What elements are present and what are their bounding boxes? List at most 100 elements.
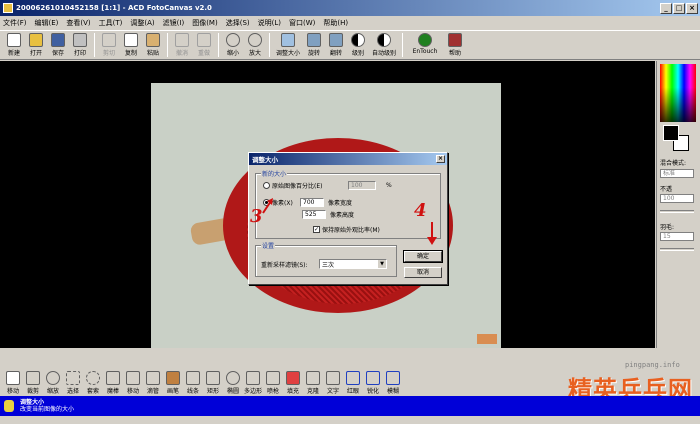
tool-rectangle[interactable]: 矩形 xyxy=(203,371,223,397)
copy-button[interactable]: 复制 xyxy=(120,33,142,59)
tool-blur[interactable]: 模糊 xyxy=(383,371,403,397)
dialog-title-bar: 调整大小 × xyxy=(249,153,447,165)
menu-window[interactable]: 窗口(W) xyxy=(289,18,315,28)
tool-line[interactable]: 线条 xyxy=(183,371,203,397)
redo-button[interactable]: 重做 xyxy=(193,33,215,59)
move-icon xyxy=(126,371,140,385)
opacity-field[interactable]: 100 xyxy=(660,194,694,203)
menu-filters[interactable]: 滤镜(I) xyxy=(163,18,185,28)
app-icon xyxy=(3,3,13,13)
zoom-out-button[interactable]: 缩小 xyxy=(222,33,244,59)
percent-field[interactable]: 100 xyxy=(348,181,376,190)
maximize-button[interactable]: □ xyxy=(673,2,685,14)
blur-icon xyxy=(386,371,400,385)
menu-select[interactable]: 选择(S) xyxy=(226,18,250,28)
menu-edit[interactable]: 编辑(E) xyxy=(35,18,59,28)
polygon-icon xyxy=(246,371,260,385)
new-button[interactable]: 新建 xyxy=(3,33,25,59)
open-button[interactable]: 打开 xyxy=(25,33,47,59)
color-spectrum-picker[interactable] xyxy=(660,64,696,122)
paste-icon xyxy=(146,33,160,47)
tool-ellipse[interactable]: 椭圆 xyxy=(223,371,243,397)
feather-field[interactable]: 15 xyxy=(660,232,694,241)
print-button[interactable]: 打印 xyxy=(69,33,91,59)
minimize-button[interactable]: _ xyxy=(660,2,672,14)
auto-levels-button[interactable]: 自动级别 xyxy=(369,33,399,59)
undo-icon xyxy=(175,33,189,47)
tool-lasso[interactable]: 套索 xyxy=(83,371,103,397)
tool-zoom[interactable]: 缩放 xyxy=(43,371,63,397)
menu-help[interactable]: 帮助(H) xyxy=(323,18,348,28)
height-field[interactable]: 525 xyxy=(302,210,326,219)
blend-mode-select[interactable]: 标准 xyxy=(660,169,694,178)
tool-red-eye[interactable]: 红眼 xyxy=(343,371,363,397)
tool-hand[interactable]: 移动 xyxy=(3,371,23,397)
width-unit: 像素宽度 xyxy=(328,200,353,207)
magic-wand-icon xyxy=(106,371,120,385)
color-palette-panel xyxy=(656,61,700,348)
menu-file[interactable]: 文件(F) xyxy=(3,18,27,28)
tool-magic-wand[interactable]: 魔棒 xyxy=(103,371,123,397)
tool-fill[interactable]: 填充 xyxy=(283,371,303,397)
resize-icon xyxy=(281,33,295,47)
tool-eyedropper[interactable]: 滴管 xyxy=(143,371,163,397)
step-4-arrow xyxy=(427,222,437,245)
resize-button[interactable]: 调整大小 xyxy=(273,33,303,59)
resample-value: 三次 xyxy=(322,261,335,269)
tool-text[interactable]: 文字 xyxy=(323,371,343,397)
opacity-slider[interactable] xyxy=(660,210,694,213)
pixels-label: 像素(X) xyxy=(272,200,293,207)
foreground-color-swatch[interactable] xyxy=(663,125,679,141)
menu-adjust[interactable]: 调整(A) xyxy=(130,18,154,28)
tool-move[interactable]: 移动 xyxy=(123,371,143,397)
tool-clone[interactable]: 克隆 xyxy=(303,371,323,397)
open-icon xyxy=(29,33,43,47)
print-icon xyxy=(73,33,87,47)
lasso-icon xyxy=(86,371,100,385)
width-field[interactable]: 700 xyxy=(300,198,324,207)
tool-sharpen[interactable]: 锐化 xyxy=(363,371,383,397)
menu-view[interactable]: 查看(V) xyxy=(66,18,90,28)
magnify-icon xyxy=(46,371,60,385)
flip-button[interactable]: 翻转 xyxy=(325,33,347,59)
menu-tools[interactable]: 工具(T) xyxy=(99,18,123,28)
tool-rect-select[interactable]: 选择 xyxy=(63,371,83,397)
entouch-button[interactable]: EnTouch xyxy=(406,33,444,59)
menu-notes[interactable]: 说明(L) xyxy=(258,18,281,28)
feather-slider[interactable] xyxy=(660,248,694,251)
rotate-button[interactable]: 旋转 xyxy=(303,33,325,59)
watermark-url: pingpang.info xyxy=(625,361,680,369)
cut-button[interactable]: 剪切 xyxy=(98,33,120,59)
zoom-in-button[interactable]: 放大 xyxy=(244,33,266,59)
ok-button[interactable]: 确定 xyxy=(403,250,443,263)
menu-image[interactable]: 图像(M) xyxy=(192,18,218,28)
resample-label: 重新采样滤镜(S): xyxy=(261,261,308,269)
clone-icon xyxy=(306,371,320,385)
dialog-close-button[interactable]: × xyxy=(436,155,445,163)
cancel-button[interactable]: 取消 xyxy=(404,267,442,278)
tool-bar: 移动 裁剪 缩放 选择 套索 魔棒 移动 滴管 画笔 线条 矩形 椭圆 多边形 … xyxy=(0,370,540,396)
paste-button[interactable]: 粘贴 xyxy=(142,33,164,59)
save-button[interactable]: 保存 xyxy=(47,33,69,59)
rect-select-icon xyxy=(66,371,80,385)
status-title: 调整大小 xyxy=(20,399,45,406)
pixels-row: 像素(X) 700 像素宽度 xyxy=(263,198,352,207)
undo-button[interactable]: 撤消 xyxy=(171,33,193,59)
levels-icon xyxy=(351,33,365,47)
tool-crop[interactable]: 裁剪 xyxy=(23,371,43,397)
flip-icon xyxy=(329,33,343,47)
tool-brush[interactable]: 画笔 xyxy=(163,371,183,397)
resample-select[interactable]: 三次 ▼ xyxy=(319,259,387,269)
tool-airbrush[interactable]: 喷枪 xyxy=(263,371,283,397)
levels-button[interactable]: 级别 xyxy=(347,33,369,59)
toolbar-separator xyxy=(269,33,270,57)
menu-bar: 文件(F) 编辑(E) 查看(V) 工具(T) 调整(A) 滤镜(I) 图像(M… xyxy=(0,16,700,30)
percent-radio[interactable] xyxy=(263,182,270,189)
step-3-annotation: 3 xyxy=(250,206,263,227)
main-toolbar: 新建 打开 保存 打印 剪切 复制 粘贴 撤消 重做 缩小 放大 调整大小 旋转… xyxy=(0,30,700,60)
close-button[interactable]: × xyxy=(686,2,698,14)
tool-polygon[interactable]: 多边形 xyxy=(243,371,263,397)
eyedropper-icon xyxy=(146,371,160,385)
help-button[interactable]: 帮助 xyxy=(444,33,466,59)
keep-ratio-checkbox[interactable]: ✓ xyxy=(313,226,320,233)
